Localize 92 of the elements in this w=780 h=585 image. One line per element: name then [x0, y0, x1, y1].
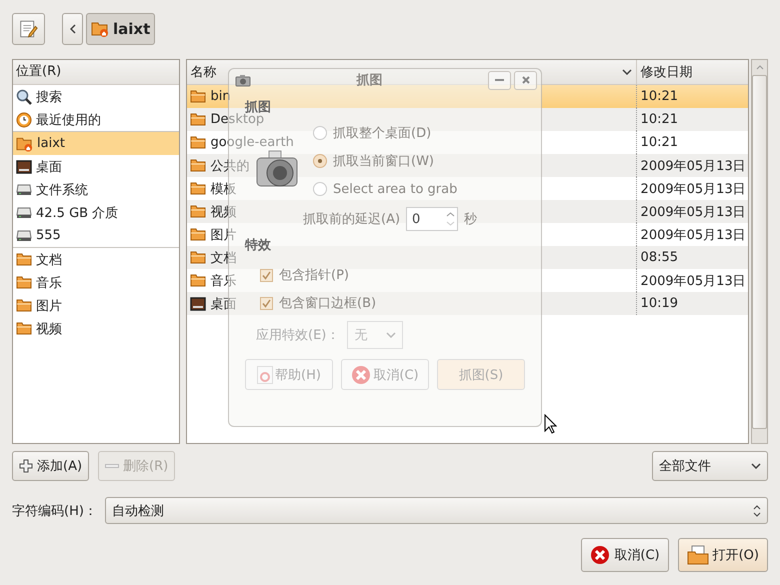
camera-icon [235, 74, 251, 86]
file-name[interactable]: 图片 [210, 226, 237, 244]
file-name[interactable]: 音乐 [210, 272, 237, 290]
place-item[interactable]: 搜索 [13, 85, 179, 108]
modified-date: 10:19 [640, 296, 678, 311]
encoding-label: 字符编码(H)： [12, 502, 97, 520]
home-folder-icon [16, 136, 33, 152]
folder-icon [190, 251, 206, 264]
folder-icon [190, 274, 206, 287]
minimize-icon [495, 79, 504, 81]
file-name[interactable]: 桌面 [210, 294, 237, 312]
folder-icon [190, 159, 206, 172]
drive-icon [16, 230, 32, 242]
modified-date: 10:21 [640, 89, 678, 104]
folder-icon [16, 276, 32, 289]
modified-date: 10:21 [640, 135, 678, 150]
cancel-button[interactable]: 取消(C) [581, 538, 669, 572]
file-name[interactable]: bin [210, 89, 231, 104]
mouse-pointer-icon [544, 414, 557, 434]
folder-icon [190, 228, 206, 241]
chevron-down-icon [386, 332, 396, 338]
modified-date: 2009年05月13日 [640, 226, 746, 244]
place-item[interactable]: 图片 [13, 294, 179, 317]
section-title: 抓图 [245, 99, 272, 115]
seconds-label: 秒 [464, 211, 478, 228]
scroll-up-icon [756, 65, 764, 70]
path-button[interactable]: laixt [86, 13, 156, 45]
folder-icon [16, 253, 32, 266]
modified-date: 2009年05月13日 [640, 204, 746, 220]
back-button[interactable] [62, 13, 83, 45]
place-item[interactable]: 最近使用的 [13, 108, 179, 131]
folder-icon [190, 136, 206, 149]
place-item[interactable]: 视频 [13, 317, 179, 340]
folder-icon [190, 113, 206, 126]
modified-date: 2009年05月13日 [640, 180, 746, 198]
open-button[interactable]: 打开(O) [678, 538, 768, 572]
folder-icon [16, 299, 32, 312]
place-item[interactable]: 音乐 [13, 271, 179, 294]
close-icon [590, 545, 610, 565]
file-name[interactable]: 视频 [210, 202, 237, 220]
checkbox-icon [260, 296, 273, 310]
lifebuoy-icon [257, 366, 274, 384]
drive-icon [16, 206, 32, 218]
dialog-title: 抓图 [355, 72, 384, 89]
place-item[interactable]: laixt [13, 132, 179, 155]
file-name[interactable]: 文档 [210, 248, 237, 266]
delay-label: 抓取前的延迟(A) [303, 211, 400, 228]
modified-date: 08:55 [640, 250, 678, 265]
file-name[interactable]: 模板 [210, 180, 237, 198]
add-button[interactable]: 添加(A) [12, 451, 90, 481]
close-icon [351, 364, 372, 384]
clock-icon [16, 112, 32, 128]
folder-icon [16, 322, 32, 335]
edit-location-button[interactable] [12, 13, 45, 45]
place-item[interactable]: 文档 [13, 248, 179, 271]
place-item[interactable]: 文件系统 [13, 178, 179, 201]
chevron-down-icon [751, 463, 761, 469]
checkbox-icon [260, 268, 273, 282]
desktop-icon [190, 296, 206, 310]
column-header[interactable]: 修改日期 [640, 63, 693, 81]
home-folder-icon [91, 21, 109, 37]
folder-icon [190, 90, 206, 103]
column-header: 位置(R) [13, 60, 179, 85]
close-icon [522, 76, 530, 84]
filter-dropdown[interactable]: 全部文件 [652, 451, 768, 481]
magnifier-icon [16, 88, 32, 104]
pencil-note-icon [19, 18, 38, 40]
place-item[interactable]: 555 [13, 224, 179, 247]
section-title: 特效 [245, 237, 272, 255]
plus-icon [19, 459, 33, 473]
folder-icon [190, 182, 206, 195]
desktop-icon [16, 160, 32, 174]
folder-icon [190, 205, 206, 218]
chevron-left-icon [70, 24, 76, 34]
open-folder-icon [686, 545, 709, 565]
delay-spin-field[interactable]: 0 [406, 207, 458, 231]
drive-icon [16, 184, 32, 196]
modified-date: 2009年05月13日 [640, 158, 746, 174]
modified-date: 10:21 [640, 112, 678, 127]
effect-label: 应用特效(E)： [256, 327, 340, 344]
scrollbar-thumb[interactable] [752, 75, 767, 429]
scrollbar[interactable] [751, 59, 768, 444]
close-button[interactable] [514, 70, 537, 90]
place-item[interactable]: 42.5 GB 介质 [13, 201, 179, 224]
modified-date: 2009年05月13日 [640, 272, 746, 290]
minus-icon [105, 464, 120, 468]
sort-chevron-icon [622, 69, 632, 75]
column-header[interactable]: 名称 [190, 63, 217, 81]
minimize-button[interactable] [488, 70, 511, 90]
place-item[interactable]: 桌面 [13, 155, 179, 178]
up-down-arrows-icon [753, 504, 761, 516]
encoding-dropdown[interactable]: 自动检测 [104, 497, 768, 524]
